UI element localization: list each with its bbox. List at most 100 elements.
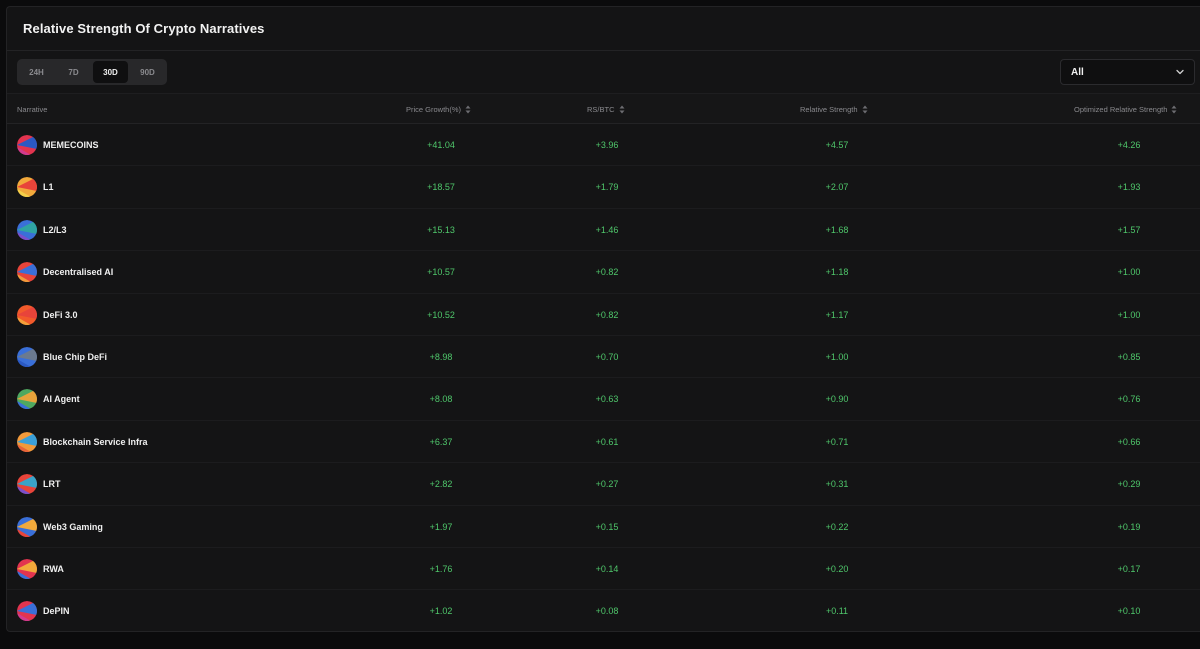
narratives-panel: Relative Strength Of Crypto Narratives 2… [6, 6, 1200, 632]
page-title: Relative Strength Of Crypto Narratives [23, 21, 265, 36]
relative-strength-value: +1.18 [825, 267, 849, 278]
optimized-value: +0.76 [1117, 394, 1141, 405]
narrative-logo-icon [17, 516, 37, 537]
relative-strength-value: +0.22 [825, 521, 849, 532]
column-header-relative-strength[interactable]: Relative Strength [800, 94, 868, 125]
narrative-name: L1 [43, 182, 54, 193]
table-row[interactable]: DeFi 3.0 +10.52 +0.82 +1.17 +1.00 [7, 294, 1200, 336]
sort-icon [465, 105, 471, 114]
chevron-down-icon [1176, 69, 1184, 75]
optimized-value: +0.19 [1117, 521, 1141, 532]
narrative-name: MEMECOINS [43, 140, 99, 150]
table-row[interactable]: DePIN +1.02 +0.08 +0.11 +0.10 [7, 590, 1200, 632]
column-label: Relative Strength [800, 105, 858, 114]
narrative-cell: AI Agent [17, 378, 80, 420]
price-growth-value: +1.76 [429, 563, 453, 574]
timeframe-tabs: 24H 7D 30D 90D [17, 59, 167, 85]
narrative-cell: Blue Chip DeFi [17, 336, 107, 378]
price-growth-value: +8.98 [429, 351, 453, 362]
tab-24h[interactable]: 24H [19, 61, 54, 83]
narrative-logo-icon [17, 558, 37, 579]
table-row[interactable]: L2/L3 +15.13 +1.46 +1.68 +1.57 [7, 209, 1200, 252]
column-label: Narrative [17, 105, 48, 114]
narrative-logo-icon [17, 135, 37, 155]
column-header-narrative: Narrative [17, 94, 47, 125]
sort-icon [862, 105, 868, 114]
narrative-logo-icon [17, 304, 37, 325]
rs-btc-value: +0.63 [595, 394, 619, 405]
tab-7d[interactable]: 7D [56, 61, 91, 83]
narrative-logo-icon [17, 474, 37, 495]
table-row[interactable]: L1 +18.57 +1.79 +2.07 +1.93 [7, 166, 1200, 209]
relative-strength-value: +2.07 [825, 182, 849, 193]
narrative-logo-icon [17, 601, 37, 622]
narrative-cell: Web3 Gaming [17, 506, 103, 548]
table-row[interactable]: Blockchain Service Infra +6.37 +0.61 +0.71 +… [7, 421, 1200, 464]
narrative-cell: MEMECOINS [17, 124, 99, 166]
relative-strength-value: +0.71 [825, 436, 849, 447]
rs-btc-value: +0.82 [595, 309, 619, 320]
table-row[interactable]: RWA +1.76 +0.14 +0.20 +0.17 [7, 548, 1200, 591]
table-row[interactable]: Web3 Gaming +1.97 +0.15 +0.22 +0.19 [7, 506, 1200, 548]
narrative-filter-select[interactable]: All [1060, 59, 1195, 85]
narrative-logo-icon [17, 389, 37, 410]
rs-btc-value: +0.15 [595, 521, 619, 532]
narrative-name: LRT [43, 479, 61, 490]
column-header-price-growth[interactable]: Price Growth(%) [406, 94, 471, 125]
column-header-rs-btc[interactable]: RS/BTC [587, 94, 625, 125]
price-growth-value: +10.52 [427, 309, 455, 320]
narrative-logo-icon [17, 262, 37, 283]
price-growth-value: +15.13 [427, 224, 455, 235]
relative-strength-value: +0.11 [825, 606, 849, 617]
column-header-optimized-relative-strength[interactable]: Optimized Relative Strength [1074, 94, 1177, 125]
rs-btc-value: +0.14 [595, 563, 619, 574]
relative-strength-value: +1.17 [825, 309, 849, 320]
price-growth-value: +1.97 [429, 521, 453, 532]
narrative-name: Decentralised AI [43, 267, 114, 278]
table-row[interactable]: Decentralised AI +10.57 +0.82 +1.18 +1.00 [7, 251, 1200, 294]
narrative-cell: L2/L3 [17, 209, 67, 251]
column-label: Optimized Relative Strength [1074, 105, 1168, 114]
narrative-cell: Blockchain Service Infra [17, 421, 148, 463]
narrative-logo-icon [17, 219, 37, 240]
rs-btc-value: +3.96 [595, 140, 619, 150]
controls-bar: 24H 7D 30D 90D All [7, 51, 1200, 93]
optimized-value: +0.29 [1117, 479, 1141, 490]
rs-btc-value: +0.61 [595, 436, 619, 447]
optimized-value: +0.85 [1117, 351, 1141, 362]
rs-btc-value: +0.08 [595, 606, 619, 617]
relative-strength-value: +0.20 [825, 563, 849, 574]
table-row[interactable]: AI Agent +8.08 +0.63 +0.90 +0.76 [7, 378, 1200, 421]
narrative-name: Web3 Gaming [43, 521, 103, 532]
relative-strength-value: +1.00 [825, 351, 849, 362]
relative-strength-value: +0.90 [825, 394, 849, 405]
panel-header: Relative Strength Of Crypto Narratives [7, 7, 1200, 51]
optimized-value: +0.17 [1117, 563, 1141, 574]
narrative-name: RWA [43, 563, 64, 574]
narrative-logo-icon [17, 431, 37, 452]
narrative-cell: Decentralised AI [17, 251, 113, 293]
table-row[interactable]: MEMECOINS +41.04 +3.96 +4.57 +4.26 [7, 124, 1200, 167]
optimized-value: +1.00 [1117, 267, 1141, 278]
relative-strength-value: +0.31 [825, 479, 849, 490]
tab-30d[interactable]: 30D [93, 61, 128, 83]
narrative-name: Blue Chip DeFi [43, 351, 108, 362]
rs-btc-value: +0.82 [595, 267, 619, 278]
narrative-cell: RWA [17, 548, 64, 590]
narrative-name: Blockchain Service Infra [43, 436, 148, 447]
narrative-name: L2/L3 [43, 224, 67, 235]
optimized-value: +1.93 [1117, 182, 1141, 193]
sort-icon [619, 105, 625, 114]
table-row[interactable]: Blue Chip DeFi +8.98 +0.70 +1.00 +0.85 [7, 336, 1200, 379]
narrative-cell: LRT [17, 463, 61, 505]
table-header: Narrative Price Growth(%) RS/BTC Relativ… [7, 93, 1200, 124]
table-row[interactable]: LRT +2.82 +0.27 +0.31 +0.29 [7, 463, 1200, 506]
optimized-value: +0.66 [1117, 436, 1141, 447]
price-growth-value: +18.57 [427, 182, 455, 193]
narrative-cell: DePIN [17, 590, 70, 632]
table-body: MEMECOINS +41.04 +3.96 +4.57 +4.26 L1 +18.57 +1… [7, 124, 1200, 633]
rs-btc-value: +0.70 [595, 351, 619, 362]
narrative-logo-icon [17, 177, 37, 198]
column-label: RS/BTC [587, 105, 615, 114]
tab-90d[interactable]: 90D [130, 61, 165, 83]
